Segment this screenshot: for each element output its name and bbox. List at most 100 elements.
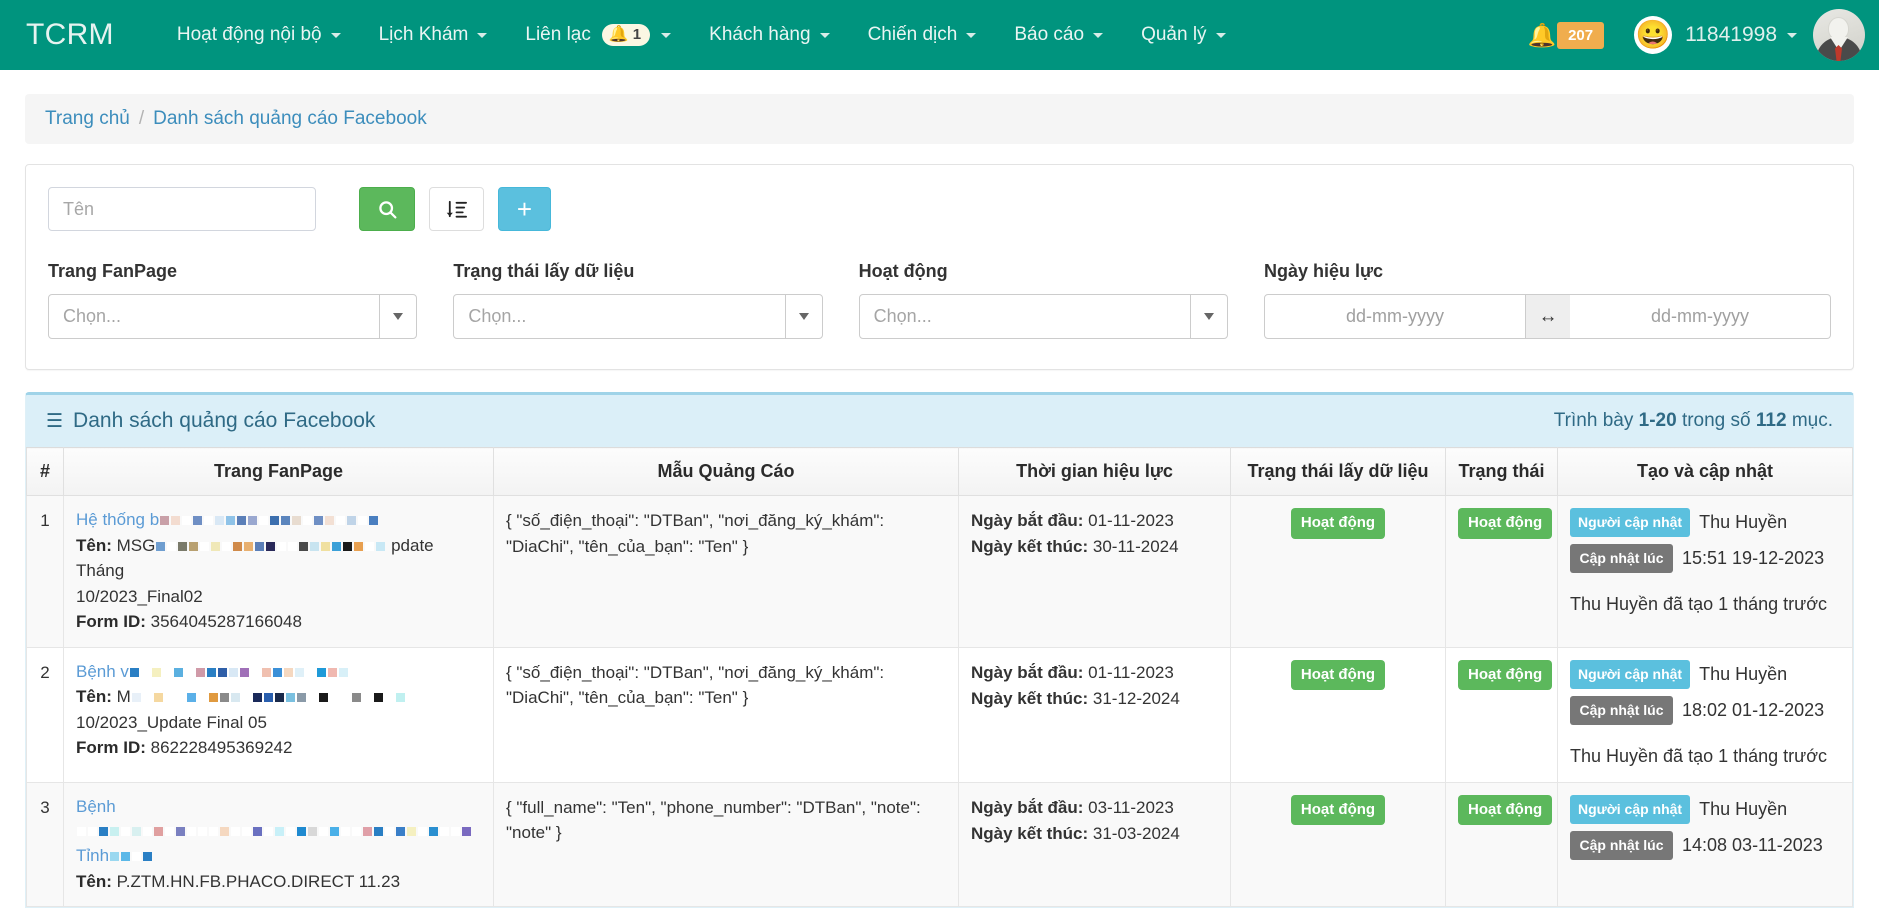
updater-row: Người cập nhật Thu Huyền [1570, 508, 1840, 537]
breadcrumb: Trang chủ / Danh sách quảng cáo Facebook [25, 94, 1854, 144]
fanpage-link-line2[interactable]: Tỉnh [76, 844, 481, 869]
breadcrumb-current[interactable]: Danh sách quảng cáo Facebook [153, 108, 427, 130]
column-header-created-updated[interactable]: Tạo và cập nhật [1557, 447, 1853, 496]
search-input[interactable] [48, 187, 316, 231]
form-id-row: Form ID: 862228495369242 [76, 735, 481, 761]
mood-smiley-icon[interactable]: 😀 [1634, 16, 1673, 54]
name-prefix: MSG [116, 535, 156, 555]
date-from-input[interactable] [1263, 294, 1526, 339]
date-range-separator-icon: ↔ [1525, 294, 1570, 339]
pagination-middle: trong số [1681, 410, 1751, 431]
nav-label: Lịch Khám [378, 24, 469, 45]
fetch-status-select[interactable]: Chọn... [453, 294, 823, 339]
pagination-range: 1-20 [1638, 410, 1677, 431]
fetch-status-select-arrow[interactable] [784, 295, 822, 338]
fetch-status-select-placeholder: Chọn... [468, 306, 527, 326]
nav-item-lich-kham[interactable]: Lịch Khám [360, 0, 507, 70]
fanpage-name-prefix: Bệnh v [76, 661, 129, 681]
fanpage-select-arrow[interactable] [379, 295, 416, 338]
nav-label: Liên lạc [525, 24, 591, 45]
pagination-total: 112 [1755, 410, 1787, 431]
status-badge: Hoạt động [1290, 794, 1386, 826]
status-badge: Hoạt động [1290, 659, 1386, 691]
fanpage-name-line2: Tỉnh [76, 845, 110, 865]
fanpage-select[interactable]: Chọn... [48, 294, 418, 339]
fanpage-link[interactable]: Bệnh [76, 795, 481, 844]
filter-trang-thai-lay-du-lieu: Trạng thái lấy dữ liệu Chọn... [453, 261, 858, 339]
table-row[interactable]: 1 Hệ thống b Tên: MSG pdate Tháng 10/202… [26, 495, 1853, 648]
nav-item-bao-cao[interactable]: Báo cáo [995, 0, 1122, 70]
alerts-button[interactable]: 🔔 207 [1527, 21, 1605, 49]
chevron-down-icon [330, 32, 341, 38]
fanpage-link[interactable]: Hệ thống b [76, 508, 481, 533]
main-nav: Hoạt động nội bộ Lịch Khám Liên lạc 🔔 1 … [158, 0, 1245, 70]
end-date-label: Ngày kết thúc: [971, 823, 1089, 843]
updated-at-value: 15:51 19-12-2023 [1682, 548, 1825, 568]
filters-row: Trang FanPage Chọn... Trạng thái lấy dữ … [48, 261, 1831, 339]
nav-item-hoat-dong-noi-bo[interactable]: Hoạt động nội bộ [158, 0, 360, 70]
filter-ngay-hieu-luc: Ngày hiệu lực ↔ [1263, 261, 1831, 339]
row-created-updated-cell: Người cập nhật Thu Huyền Cập nhật lúc 15… [1557, 495, 1853, 648]
form-id-value: 862228495369242 [150, 738, 293, 758]
search-button[interactable] [359, 187, 415, 231]
avatar[interactable] [1813, 9, 1865, 61]
form-id-label: Form ID: [76, 738, 146, 758]
redacted-text [76, 827, 472, 837]
fanpage-link[interactable]: Bệnh v [76, 660, 481, 685]
row-created-updated-cell: Người cập nhật Thu Huyền Cập nhật lúc 18… [1557, 646, 1853, 783]
filter-trang-fanpage: Trang FanPage Chọn... [48, 261, 453, 339]
search-icon [378, 200, 397, 219]
column-header-fetch-status[interactable]: Trạng thái lấy dữ liệu [1230, 447, 1446, 496]
nav-item-lien-lac[interactable]: Liên lạc 🔔 1 [506, 0, 690, 70]
start-date-value: 03-11-2023 [1088, 797, 1174, 817]
row-effective-time-cell: Ngày bắt đầu: 03-11-2023 Ngày kết thúc: … [958, 781, 1231, 908]
fanpage-name-line2: 10/2023_Final02 [76, 586, 203, 606]
start-date-value: 01-11-2023 [1088, 662, 1174, 682]
chevron-down-icon [1093, 32, 1104, 38]
start-date-row: Ngày bắt đầu: 01-11-2023 [971, 508, 1218, 534]
sort-button[interactable] [429, 187, 484, 231]
updater-row: Người cập nhật Thu Huyền [1570, 659, 1840, 689]
updater-name: Thu Huyền [1699, 663, 1788, 684]
list-header: ☰ Danh sách quảng cáo Facebook Trình bày… [26, 395, 1853, 447]
table-row[interactable]: 2 Bệnh v Tên: M 10/2023_Update Final 05 … [26, 646, 1853, 783]
start-date-row: Ngày bắt đầu: 01-11-2023 [971, 660, 1218, 686]
updater-label: Người cập nhật [1570, 794, 1691, 824]
column-header-fanpage[interactable]: Trang FanPage [63, 447, 494, 496]
breadcrumb-home-link[interactable]: Trang chủ [45, 108, 130, 130]
start-date-row: Ngày bắt đầu: 03-11-2023 [971, 795, 1218, 821]
user-menu-chevron-down-icon[interactable] [1787, 32, 1797, 38]
updater-label: Người cập nhật [1570, 659, 1691, 689]
row-index: 1 [26, 495, 64, 648]
nav-label: Quản lý [1141, 24, 1207, 45]
filter-label: Trạng thái lấy dữ liệu [453, 261, 635, 281]
column-header-effective-time[interactable]: Thời gian hiệu lực [958, 447, 1231, 496]
redacted-text [131, 693, 406, 703]
row-fetch-status-cell: Hoạt động [1230, 781, 1446, 908]
nav-item-quan-ly[interactable]: Quản lý [1122, 0, 1244, 70]
name-prefix: M [116, 687, 131, 707]
updated-at-label: Cập nhật lúc [1570, 544, 1673, 573]
date-to-input[interactable] [1569, 294, 1831, 339]
form-id-row: Form ID: 3564045287166048 [76, 609, 481, 635]
table-row[interactable]: 3 Bệnh Tỉnh Tên: P.ZTM.HN.FB.PHACO.DIREC… [26, 781, 1853, 908]
activity-select[interactable]: Chọn... [858, 294, 1228, 339]
nav-item-khach-hang[interactable]: Khách hàng [690, 0, 848, 70]
updated-at-label: Cập nhật lúc [1570, 695, 1673, 725]
brand-logo[interactable]: TCRM [26, 18, 114, 52]
fanpage-name-line2: 10/2023_Update Final 05 [76, 712, 267, 732]
nav-item-chien-dich[interactable]: Chiến dịch [849, 0, 996, 70]
status-badge: Hoạt động [1458, 794, 1553, 826]
column-header-index[interactable]: # [26, 447, 64, 496]
column-header-template[interactable]: Mẫu Quảng Cáo [493, 447, 959, 496]
end-date-row: Ngày kết thúc: 31-03-2024 [971, 821, 1218, 847]
redacted-text [129, 667, 349, 677]
updated-at-row: Cập nhật lúc 15:51 19-12-2023 [1570, 544, 1840, 573]
nav-label: Hoạt động nội bộ [176, 24, 322, 45]
updated-at-row: Cập nhật lúc 18:02 01-12-2023 [1570, 695, 1840, 725]
activity-select-arrow[interactable] [1189, 295, 1227, 338]
column-header-status[interactable]: Trạng thái [1445, 447, 1558, 496]
chevron-down-icon [819, 32, 830, 38]
add-button[interactable]: + [498, 187, 551, 231]
start-date-value: 01-11-2023 [1088, 511, 1174, 530]
